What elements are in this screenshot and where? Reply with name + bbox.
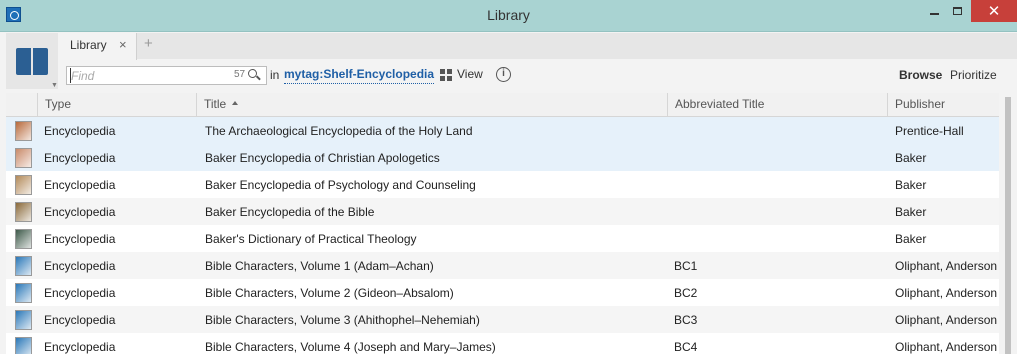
cell-publisher: Prentice-Hall bbox=[895, 124, 964, 138]
table-row[interactable]: Encyclopedia Bible Characters, Volume 2 (… bbox=[6, 279, 999, 306]
result-count: 57 bbox=[234, 69, 246, 80]
column-header-abbreviated-title[interactable]: Abbreviated Title bbox=[667, 93, 887, 116]
maximize-button[interactable] bbox=[944, 0, 974, 24]
tab-bar: Library × + bbox=[58, 33, 1017, 60]
cell-type: Encyclopedia bbox=[44, 286, 116, 300]
table-row[interactable]: Encyclopedia Bible Characters, Volume 1 (… bbox=[6, 252, 999, 279]
search-input[interactable] bbox=[70, 68, 231, 83]
book-cover-thumbnail bbox=[15, 121, 32, 141]
cell-abbreviated-title: BC2 bbox=[674, 286, 698, 300]
info-icon[interactable]: i bbox=[496, 67, 511, 82]
dropdown-arrow-icon: ▼ bbox=[51, 82, 58, 89]
cell-publisher: Baker bbox=[895, 151, 927, 165]
cell-publisher: Oliphant, Anderson bbox=[895, 286, 998, 300]
cell-type: Encyclopedia bbox=[44, 178, 116, 192]
table-header: Type Title Abbreviated Title Publisher bbox=[6, 93, 999, 117]
cell-type: Encyclopedia bbox=[44, 259, 116, 273]
cell-title: Bible Characters, Volume 4 (Joseph and M… bbox=[205, 340, 496, 354]
library-panel-menu[interactable]: ▼ bbox=[6, 33, 58, 89]
book-cover-thumbnail bbox=[15, 256, 32, 276]
tab-library[interactable]: Library × bbox=[58, 33, 137, 60]
cell-type: Encyclopedia bbox=[44, 205, 116, 219]
table-row[interactable]: Encyclopedia Bible Characters, Volume 3 (… bbox=[6, 306, 999, 333]
minimize-icon bbox=[930, 13, 939, 15]
book-icon bbox=[16, 48, 49, 76]
book-cover-thumbnail bbox=[15, 283, 32, 303]
cover-column-header[interactable] bbox=[6, 93, 37, 116]
window-titlebar: Library ✕ bbox=[0, 0, 1017, 32]
cell-type: Encyclopedia bbox=[44, 232, 116, 246]
maximize-icon bbox=[953, 7, 962, 15]
column-header-type[interactable]: Type bbox=[37, 93, 196, 116]
cell-abbreviated-title: BC3 bbox=[674, 313, 698, 327]
vertical-scrollbar[interactable] bbox=[999, 93, 1017, 354]
window-title: Library bbox=[487, 7, 530, 23]
column-header-title[interactable]: Title bbox=[196, 93, 667, 116]
cell-type: Encyclopedia bbox=[44, 151, 116, 165]
cell-abbreviated-title: BC4 bbox=[674, 340, 698, 354]
cell-publisher: Oliphant, Anderson bbox=[895, 340, 998, 354]
library-table: Type Title Abbreviated Title Publisher E… bbox=[6, 93, 999, 354]
tab-label: Library bbox=[70, 38, 107, 52]
search-box[interactable]: 57 bbox=[66, 66, 267, 85]
cell-type: Encyclopedia bbox=[44, 313, 116, 327]
cell-publisher: Oliphant, Anderson bbox=[895, 259, 998, 273]
table-row[interactable]: Encyclopedia Baker's Dictionary of Practi… bbox=[6, 225, 999, 252]
grid-view-icon bbox=[440, 69, 452, 81]
table-row[interactable]: Encyclopedia Baker Encyclopedia of Psycho… bbox=[6, 171, 999, 198]
cell-title: The Archaeological Encyclopedia of the H… bbox=[205, 124, 473, 138]
cell-title: Baker Encyclopedia of Christian Apologet… bbox=[205, 151, 440, 165]
view-label: View bbox=[457, 67, 483, 81]
cell-title: Baker Encyclopedia of Psychology and Cou… bbox=[205, 178, 476, 192]
book-cover-thumbnail bbox=[15, 175, 32, 195]
cell-publisher: Baker bbox=[895, 178, 927, 192]
close-icon: ✕ bbox=[987, 3, 1001, 20]
cell-title: Bible Characters, Volume 3 (Ahithophel–N… bbox=[205, 313, 480, 327]
book-cover-thumbnail bbox=[15, 202, 32, 222]
scrollbar-thumb[interactable] bbox=[1005, 97, 1011, 354]
table-row[interactable]: Encyclopedia The Archaeological Encyclope… bbox=[6, 117, 999, 144]
search-icon[interactable] bbox=[248, 69, 257, 78]
book-cover-thumbnail bbox=[15, 229, 32, 249]
close-window-button[interactable]: ✕ bbox=[971, 0, 1017, 22]
cell-publisher: Baker bbox=[895, 205, 927, 219]
prioritize-tab[interactable]: Prioritize bbox=[950, 68, 997, 82]
sort-ascending-icon bbox=[232, 101, 238, 105]
cell-title: Bible Characters, Volume 1 (Adam–Achan) bbox=[205, 259, 434, 273]
new-tab-button[interactable]: + bbox=[144, 35, 153, 52]
table-row[interactable]: Encyclopedia Baker Encyclopedia of Christ… bbox=[6, 144, 999, 171]
filter-in-label: in bbox=[270, 68, 280, 82]
cell-abbreviated-title: BC1 bbox=[674, 259, 698, 273]
cell-title: Bible Characters, Volume 2 (Gideon–Absal… bbox=[205, 286, 454, 300]
cell-title: Baker Encyclopedia of the Bible bbox=[205, 205, 375, 219]
cell-publisher: Baker bbox=[895, 232, 927, 246]
tab-close-icon[interactable]: × bbox=[119, 37, 127, 52]
table-row[interactable]: Encyclopedia Baker Encyclopedia of the Bi… bbox=[6, 198, 999, 225]
table-row[interactable]: Encyclopedia Bible Characters, Volume 4 (… bbox=[6, 333, 999, 354]
book-cover-thumbnail bbox=[15, 337, 32, 354]
cell-title: Baker's Dictionary of Practical Theology bbox=[205, 232, 417, 246]
browse-tab[interactable]: Browse bbox=[899, 68, 942, 82]
cell-type: Encyclopedia bbox=[44, 340, 116, 354]
book-cover-thumbnail bbox=[15, 148, 32, 168]
cell-publisher: Oliphant, Anderson bbox=[895, 313, 998, 327]
collection-filter-link[interactable]: mytag:Shelf-Encyclopedia bbox=[284, 67, 435, 84]
book-cover-thumbnail bbox=[15, 310, 32, 330]
column-header-publisher[interactable]: Publisher bbox=[887, 93, 999, 116]
cell-type: Encyclopedia bbox=[44, 124, 116, 138]
